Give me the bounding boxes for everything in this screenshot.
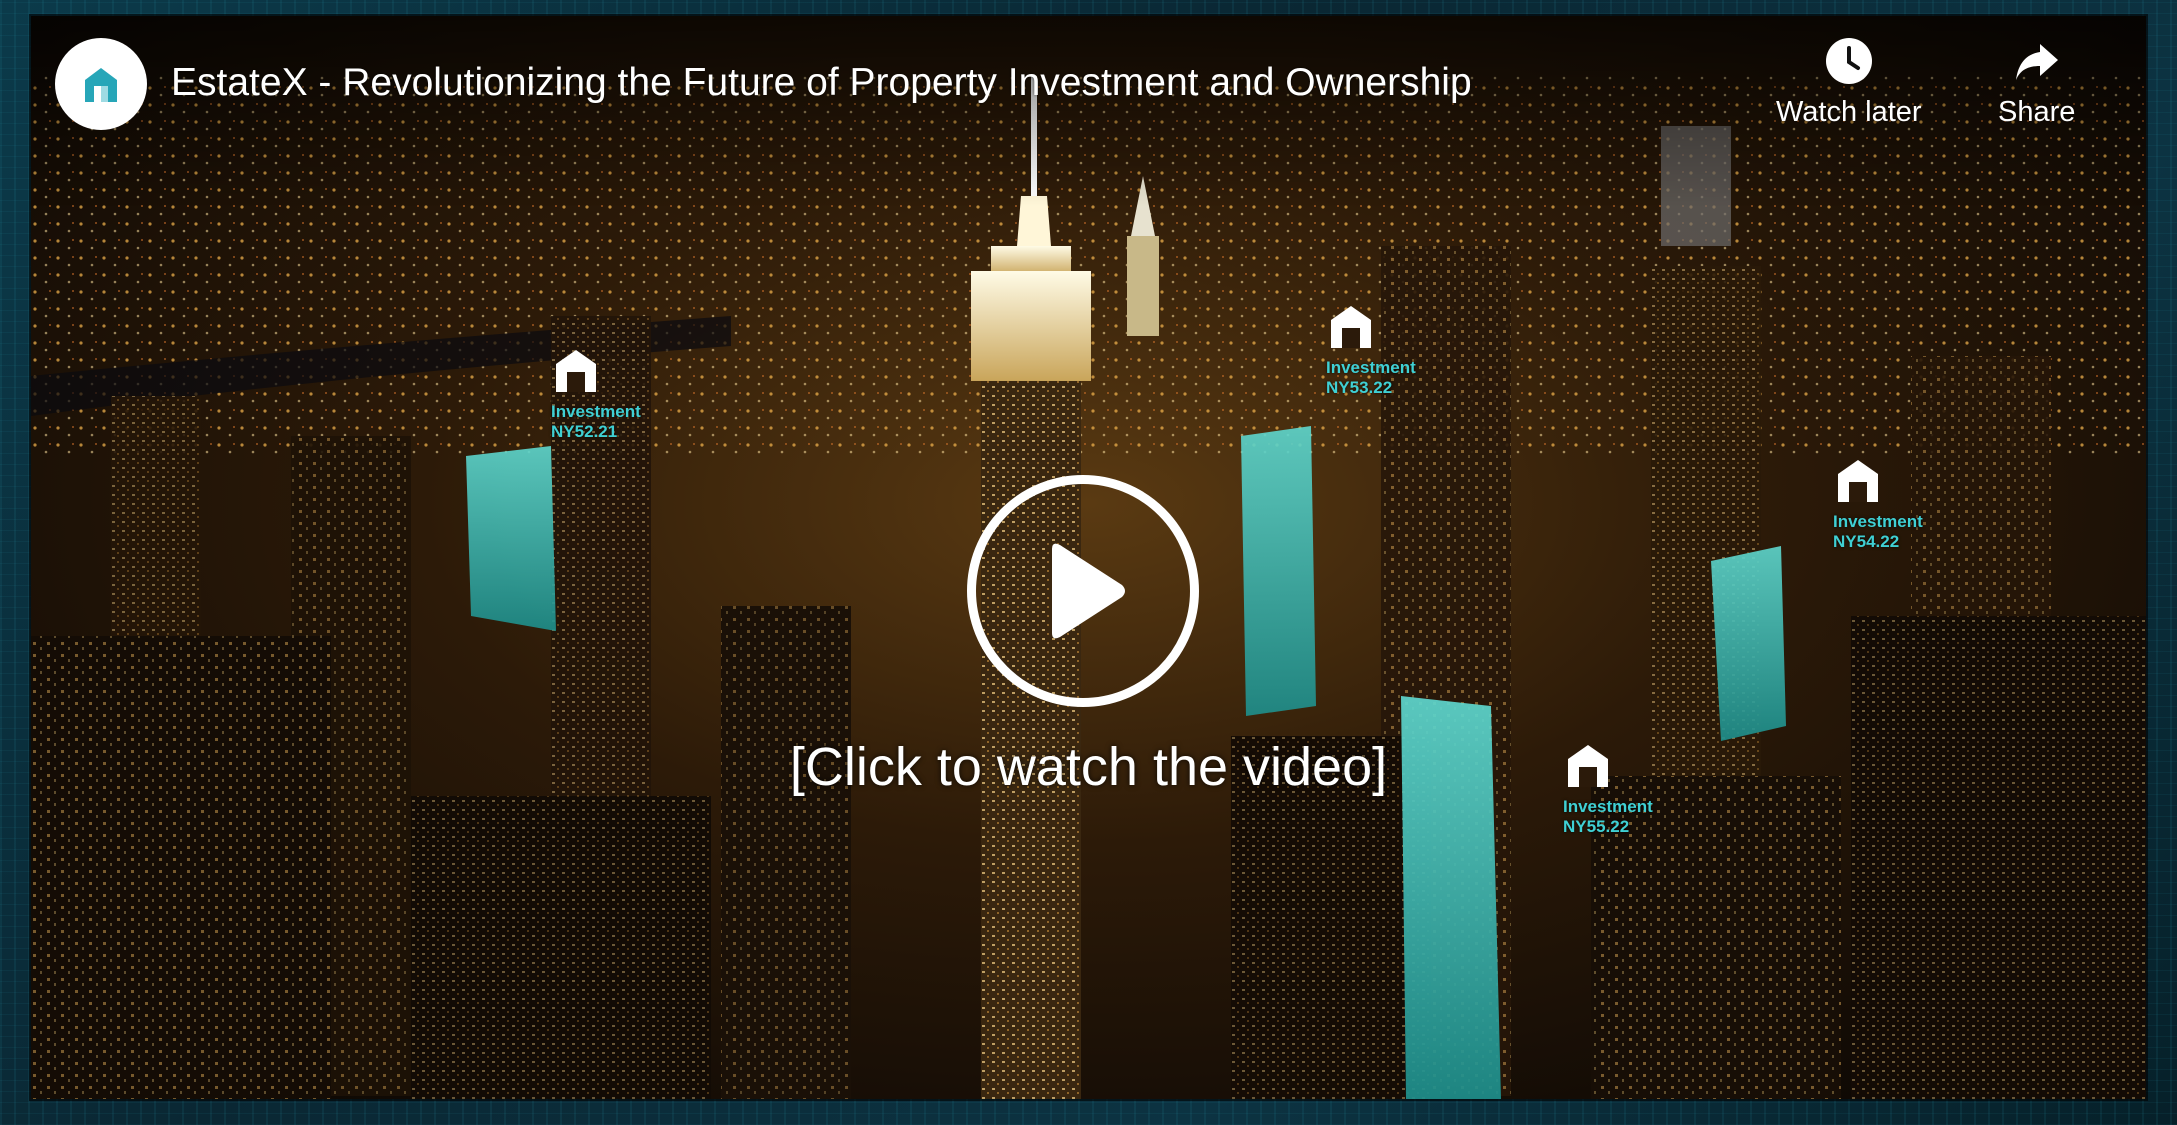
house-marker-icon: [556, 350, 596, 392]
watch-video-cta[interactable]: [Click to watch the video]: [31, 736, 2146, 798]
estatex-house-icon: [85, 68, 117, 102]
marker-label: Investment: [551, 402, 641, 421]
video-player[interactable]: EstateX - Revolutionizing the Future of …: [31, 16, 2146, 1099]
marker-code: NY52.21: [551, 422, 618, 441]
marker-code: NY53.22: [1326, 378, 1393, 397]
marker-label: Investment: [1326, 358, 1416, 377]
share-button[interactable]: Share: [1998, 36, 2075, 129]
clock-icon: [1825, 38, 1872, 84]
page-frame: EstateX - Revolutionizing the Future of …: [0, 0, 2177, 1125]
channel-logo[interactable]: [55, 38, 147, 130]
marker-code: NY55.22: [1563, 817, 1630, 836]
investment-marker: Investment NY54.22: [1833, 456, 1923, 552]
video-title[interactable]: EstateX - Revolutionizing the Future of …: [171, 61, 1472, 105]
house-marker-icon: [1838, 460, 1878, 502]
marker-label: Investment: [1563, 797, 1653, 816]
marker-code: NY54.22: [1833, 532, 1900, 551]
investment-marker: Investment NY52.21: [551, 346, 641, 442]
share-arrow-icon: [2015, 44, 2058, 80]
share-label: Share: [1998, 96, 2076, 128]
watch-later-label: Watch later: [1776, 96, 1922, 128]
house-marker-icon: [1331, 306, 1371, 348]
marker-label: Investment: [1833, 512, 1923, 531]
watch-later-button[interactable]: Watch later: [1776, 36, 1922, 129]
play-icon: [1052, 543, 1125, 639]
investment-marker: Investment NY53.22: [1326, 302, 1416, 398]
play-button[interactable]: [967, 475, 1199, 707]
